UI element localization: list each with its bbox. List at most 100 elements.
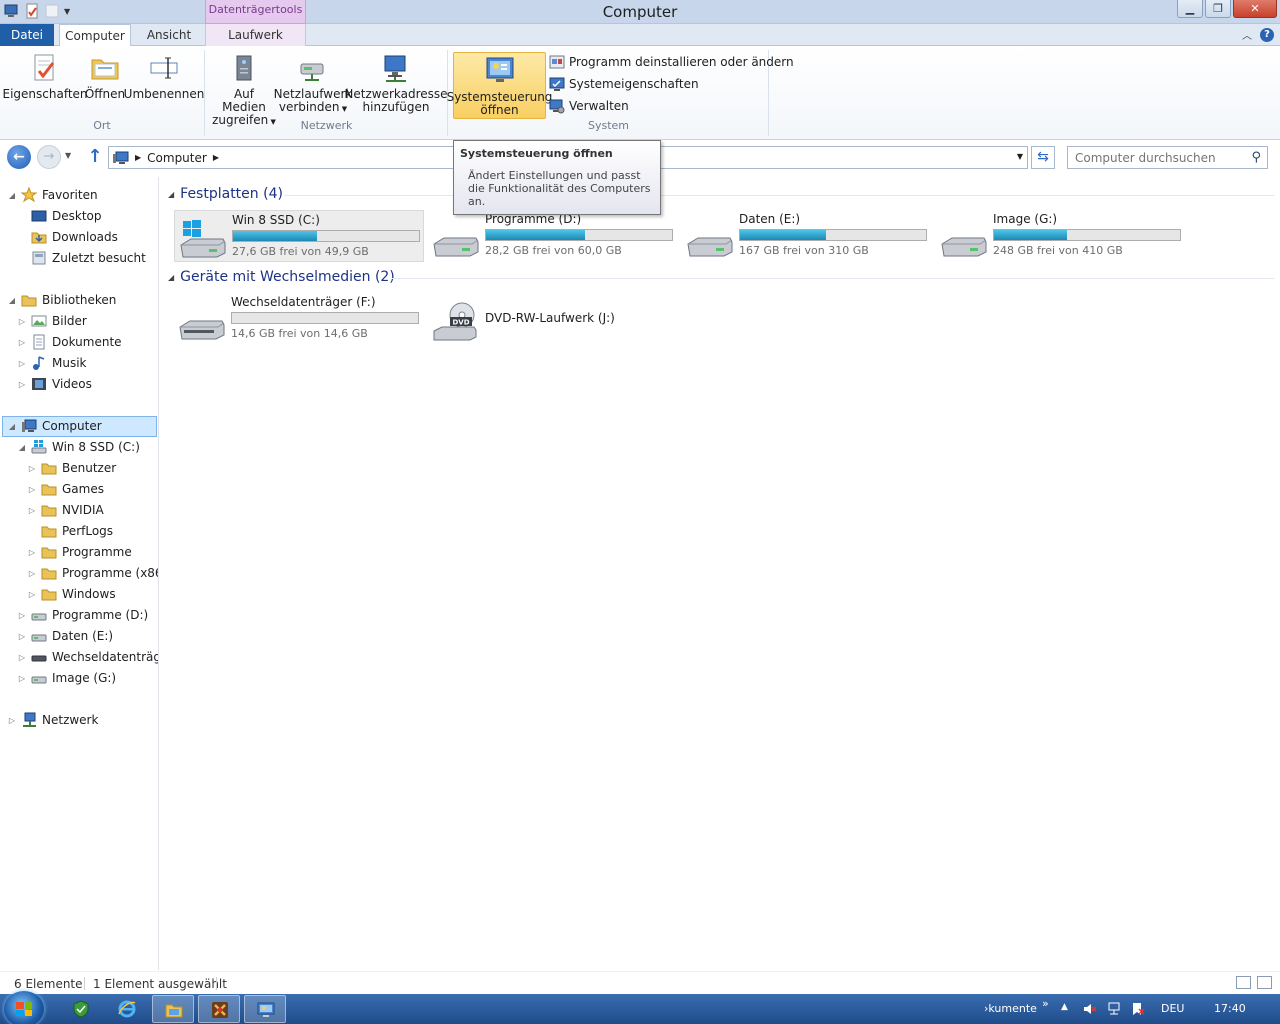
- tree-folder-games[interactable]: ▷ Games: [28, 479, 104, 499]
- uninstall-program-button[interactable]: Programm deinstallieren oder ändern: [549, 54, 794, 70]
- manage-button[interactable]: Verwalten: [549, 98, 629, 114]
- taskbar-app-explorer[interactable]: [152, 995, 194, 1023]
- collapse-ribbon-icon[interactable]: ︿: [1242, 27, 1252, 42]
- taskbar-app-control-panel[interactable]: [244, 995, 286, 1023]
- tree-folder-programs-x86[interactable]: ▷ Programme (x86): [28, 563, 158, 583]
- properties-button[interactable]: Eigenschaften: [2, 52, 88, 101]
- tree-removable[interactable]: ▷ Wechseldatenträger: [18, 647, 158, 667]
- tree-folder-nvidia[interactable]: ▷ NVIDIA: [28, 500, 104, 520]
- back-button[interactable]: ←: [7, 145, 31, 169]
- tree-favorites[interactable]: ◢ Favoriten: [8, 185, 98, 205]
- tree-folder-perflogs[interactable]: PerfLogs: [28, 521, 113, 541]
- tree-collapsed-icon[interactable]: ▷: [18, 611, 26, 620]
- properties-icon[interactable]: [24, 3, 40, 19]
- access-media-button[interactable]: Auf Medien zugreifen ▼: [212, 52, 276, 129]
- tree-folder-users[interactable]: ▷ Benutzer: [28, 458, 116, 478]
- drive-item-e[interactable]: Daten (E:) 167 GB frei von 310 GB: [682, 210, 932, 262]
- tree-collapsed-icon[interactable]: ▷: [8, 716, 16, 725]
- tree-collapsed-icon[interactable]: ▷: [18, 674, 26, 683]
- large-icons-view-icon[interactable]: [1257, 976, 1272, 989]
- volume-muted-icon[interactable]: [1083, 1002, 1097, 1016]
- group-header-hard-disks[interactable]: ◢ Festplatten (4): [168, 186, 283, 202]
- close-button[interactable]: ✕: [1233, 0, 1277, 18]
- help-icon[interactable]: ?: [1260, 27, 1274, 42]
- tree-libraries[interactable]: ◢ Bibliotheken: [8, 290, 116, 310]
- address-dropdown-icon[interactable]: ▼: [1017, 152, 1023, 161]
- tree-d-drive[interactable]: ▷ Programme (D:): [18, 605, 148, 625]
- tree-expanded-icon[interactable]: ◢: [8, 191, 16, 200]
- search-icon[interactable]: ⚲: [1251, 150, 1261, 165]
- new-folder-icon[interactable]: [44, 3, 60, 19]
- tree-downloads[interactable]: Downloads: [18, 227, 118, 247]
- tree-documents[interactable]: ▷ Dokumente: [18, 332, 122, 352]
- tree-collapsed-icon[interactable]: ▷: [28, 569, 36, 578]
- clock[interactable]: 17:40: [1214, 1002, 1246, 1015]
- drive-item-d[interactable]: Programme (D:) 28,2 GB frei von 60,0 GB: [428, 210, 678, 262]
- tree-collapsed-icon[interactable]: ▷: [18, 632, 26, 641]
- tree-network[interactable]: ▷ Netzwerk: [8, 710, 98, 730]
- group-header-removable[interactable]: ◢ Geräte mit Wechselmedien (2): [168, 269, 395, 285]
- tree-collapsed-icon[interactable]: ▷: [28, 464, 36, 473]
- breadcrumb-computer[interactable]: Computer: [147, 151, 207, 165]
- qat-dropdown-icon[interactable]: ▼: [64, 7, 70, 16]
- rename-button[interactable]: Umbenennen: [124, 52, 204, 101]
- breadcrumb-chevron-icon[interactable]: ▶: [135, 153, 141, 162]
- tab-file[interactable]: Datei: [0, 24, 54, 46]
- minimize-button[interactable]: ▁: [1177, 0, 1203, 18]
- system-properties-button[interactable]: Systemeigenschaften: [549, 76, 699, 92]
- tree-videos[interactable]: ▷ Videos: [18, 374, 92, 394]
- tree-music[interactable]: ▷ Musik: [18, 353, 87, 373]
- details-view-icon[interactable]: [1236, 976, 1251, 989]
- maximize-button[interactable]: ❐: [1205, 0, 1231, 18]
- tree-collapsed-icon[interactable]: ▷: [18, 317, 26, 326]
- taskbar-app-games[interactable]: [198, 995, 240, 1023]
- tree-collapsed-icon[interactable]: ▷: [18, 380, 26, 389]
- show-hidden-icons-icon[interactable]: ▲: [1061, 1002, 1068, 1012]
- tab-view[interactable]: Ansicht: [137, 24, 201, 46]
- open-control-panel-button[interactable]: Systemsteuerung öffnen: [447, 52, 552, 119]
- tree-collapsed-icon[interactable]: ▷: [18, 359, 26, 368]
- tree-collapsed-icon[interactable]: ▷: [28, 485, 36, 494]
- drive-item-g[interactable]: Image (G:) 248 GB frei von 410 GB: [936, 210, 1186, 262]
- tray-toolbar-chevron-icon[interactable]: »: [1042, 997, 1049, 1010]
- recent-locations-dropdown-icon[interactable]: ▼: [65, 151, 71, 160]
- tree-desktop[interactable]: Desktop: [18, 206, 102, 226]
- taskbar-app-security[interactable]: [60, 995, 102, 1023]
- up-button[interactable]: ↑: [86, 147, 104, 167]
- breadcrumb-chevron-icon[interactable]: ▶: [213, 153, 219, 162]
- tree-folder-windows[interactable]: ▷ Windows: [28, 584, 116, 604]
- taskbar-app-internet-explorer[interactable]: [106, 995, 148, 1023]
- search-input[interactable]: [1068, 147, 1238, 168]
- tree-computer[interactable]: ◢ Computer: [8, 416, 102, 436]
- refresh-button[interactable]: ⇆: [1031, 146, 1055, 169]
- collapse-group-icon[interactable]: ◢: [168, 273, 174, 282]
- tree-collapsed-icon[interactable]: ▷: [18, 653, 26, 662]
- tree-expanded-icon[interactable]: ◢: [18, 443, 26, 452]
- tree-collapsed-icon[interactable]: ▷: [28, 590, 36, 599]
- tree-collapsed-icon[interactable]: ▷: [28, 548, 36, 557]
- input-language[interactable]: DEU: [1161, 1002, 1184, 1015]
- map-drive-button[interactable]: Netzlaufwerk verbinden ▼: [274, 52, 352, 116]
- tree-expanded-icon[interactable]: ◢: [8, 296, 16, 305]
- tree-collapsed-icon[interactable]: ▷: [18, 338, 26, 347]
- tree-e-drive[interactable]: ▷ Daten (E:): [18, 626, 113, 646]
- tree-folder-programs[interactable]: ▷ Programme: [28, 542, 132, 562]
- drive-item-j[interactable]: DVD DVD-RW-Laufwerk (J:): [428, 293, 678, 345]
- action-center-icon[interactable]: [1131, 1002, 1145, 1016]
- tree-g-drive[interactable]: ▷ Image (G:): [18, 668, 116, 688]
- tray-toolbar-label[interactable]: ›kumente: [984, 1002, 1037, 1015]
- computer-icon[interactable]: [4, 3, 20, 19]
- network-tray-icon[interactable]: [1107, 1002, 1121, 1016]
- add-network-location-button[interactable]: Netzwerkadresse hinzufügen: [344, 52, 448, 114]
- drive-item-f[interactable]: Wechseldatenträger (F:) 14,6 GB frei von…: [174, 293, 424, 345]
- tree-expanded-icon[interactable]: ◢: [8, 422, 16, 431]
- tab-computer[interactable]: Computer: [59, 24, 131, 47]
- tree-pictures[interactable]: ▷ Bilder: [18, 311, 87, 331]
- tree-recent[interactable]: Zuletzt besucht: [18, 248, 146, 268]
- open-button[interactable]: Öffnen: [84, 52, 126, 101]
- tree-collapsed-icon[interactable]: ▷: [28, 506, 36, 515]
- forward-button[interactable]: →: [37, 145, 61, 169]
- drive-item-c[interactable]: Win 8 SSD (C:) 27,6 GB frei von 49,9 GB: [174, 210, 424, 262]
- tree-c-drive[interactable]: ◢ Win 8 SSD (C:): [18, 437, 140, 457]
- search-box[interactable]: ⚲: [1067, 146, 1268, 169]
